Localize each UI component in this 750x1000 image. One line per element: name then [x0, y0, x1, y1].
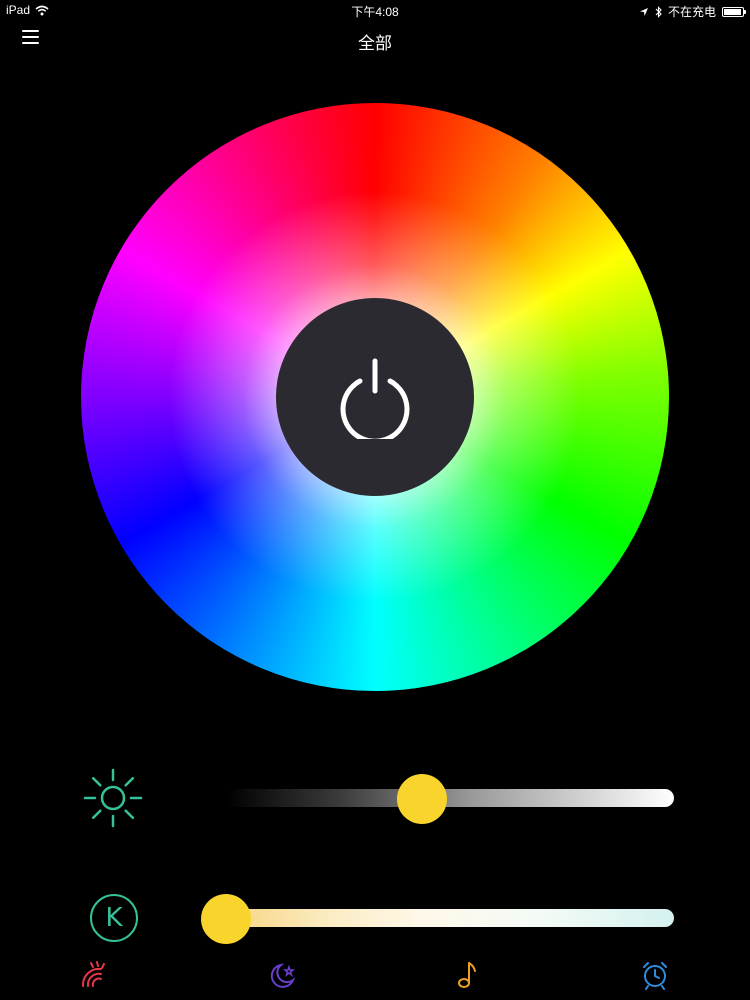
location-arrow-icon: [639, 7, 648, 16]
color-temperature-icon: K: [90, 894, 138, 942]
color-temperature-letter: K: [105, 903, 123, 933]
color-temperature-slider-thumb[interactable]: [201, 894, 251, 944]
tab-alarm[interactable]: [638, 958, 672, 992]
music-note-icon: [458, 962, 476, 988]
rainbow-icon: [81, 961, 105, 987]
tab-rainbow[interactable]: [77, 958, 111, 992]
power-icon: [340, 358, 410, 439]
brightness-icon: [82, 767, 144, 829]
status-bar: iPad 下午4:08 不在充电: [0, 0, 750, 20]
sun-icon: [83, 768, 143, 828]
status-time: 下午4:08: [351, 5, 399, 19]
page-title: 全部: [358, 34, 392, 53]
alarm-clock-icon: [643, 962, 667, 990]
battery-level: [724, 8, 742, 15]
bluetooth-icon: [655, 5, 662, 18]
brightness-slider-thumb[interactable]: [397, 774, 447, 824]
charging-status: 不在充电: [667, 5, 716, 19]
moon-stars-icon: [270, 963, 296, 988]
tab-music[interactable]: [451, 958, 485, 992]
tab-night[interactable]: [265, 958, 299, 992]
battery-icon: [722, 6, 746, 17]
status-right: 不在充电: [639, 3, 746, 20]
brightness-slider-track[interactable]: [226, 789, 674, 807]
power-button[interactable]: [276, 298, 474, 496]
color-temperature-slider-track[interactable]: [216, 909, 674, 927]
